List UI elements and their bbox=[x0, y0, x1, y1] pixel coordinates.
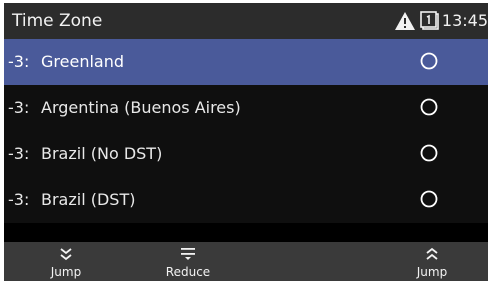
clock: 13:45 bbox=[441, 11, 488, 30]
time-zone-offset: -3: bbox=[8, 52, 30, 71]
jump-down-softkey[interactable]: Jump bbox=[21, 242, 111, 281]
time-zone-list: -3: Greenland -3: Argentina (Buenos Aire… bbox=[4, 39, 488, 242]
list-item[interactable]: -3: Brazil (No DST) bbox=[4, 131, 488, 177]
line-status-icon bbox=[420, 11, 439, 30]
time-zone-label: Brazil (DST) bbox=[41, 190, 136, 209]
radio-button[interactable] bbox=[420, 144, 438, 162]
softkey-label: Jump bbox=[50, 265, 82, 279]
radio-button[interactable] bbox=[420, 98, 438, 116]
list-item[interactable]: -3: Brazil (DST) bbox=[4, 177, 488, 223]
softkey-label: Jump bbox=[416, 265, 448, 279]
time-zone-offset: -3: bbox=[8, 144, 30, 163]
phone-screen: Time Zone 13:45 -3: Greenland -3: Argent… bbox=[4, 3, 488, 281]
time-zone-label: Greenland bbox=[41, 52, 124, 71]
reduce-softkey[interactable]: Reduce bbox=[143, 242, 233, 281]
time-zone-label: Brazil (No DST) bbox=[41, 144, 163, 163]
double-chevron-down-icon bbox=[60, 248, 72, 261]
list-item[interactable]: -3: Greenland bbox=[4, 39, 488, 85]
status-icons: 13:45 bbox=[394, 9, 488, 33]
page-title: Time Zone bbox=[12, 11, 103, 31]
list-item[interactable]: -3: Argentina (Buenos Aires) bbox=[4, 85, 488, 131]
radio-button[interactable] bbox=[420, 190, 438, 208]
softkey-label: Reduce bbox=[165, 265, 211, 279]
jump-up-softkey[interactable]: Jump bbox=[387, 242, 477, 281]
softkey-bar: Jump Reduce Jump bbox=[4, 242, 488, 281]
time-zone-offset: -3: bbox=[8, 190, 30, 209]
warning-icon bbox=[394, 12, 415, 30]
title-bar: Time Zone 13:45 bbox=[4, 3, 488, 39]
time-zone-offset: -3: bbox=[8, 98, 30, 117]
double-chevron-up-icon bbox=[426, 247, 438, 260]
time-zone-label: Argentina (Buenos Aires) bbox=[41, 98, 241, 117]
reduce-icon bbox=[181, 248, 195, 260]
radio-button[interactable] bbox=[420, 52, 438, 70]
